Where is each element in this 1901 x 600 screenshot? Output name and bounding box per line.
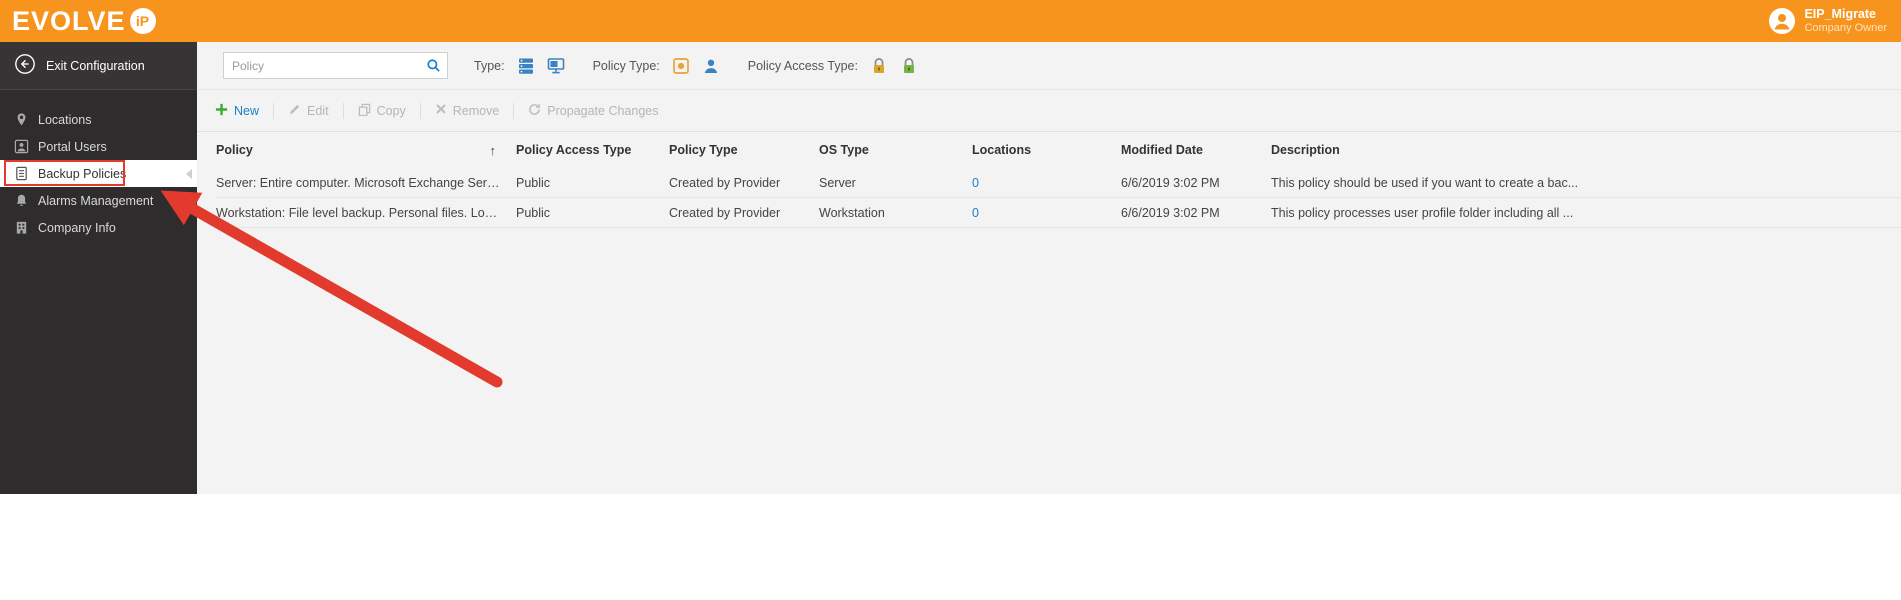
sort-ascending-icon[interactable]: ↑ — [490, 143, 497, 158]
sidebar-item-label: Backup Policies — [38, 166, 127, 181]
user-role: Company Owner — [1804, 21, 1887, 34]
policy-type-filter-label: Policy Type: — [592, 58, 660, 73]
cell-modified-date: 6/6/2019 3:02 PM — [1121, 205, 1220, 220]
refresh-arrows-icon — [528, 103, 541, 119]
cell-description: This policy should be used if you want t… — [1271, 175, 1579, 190]
propagate-changes-button[interactable]: Propagate Changes — [514, 99, 672, 123]
column-header-policy-type[interactable]: Policy Type — [669, 143, 819, 157]
plus-icon — [215, 103, 228, 119]
remove-button[interactable]: Remove — [421, 99, 514, 123]
policy-access-type-filter-label: Policy Access Type: — [747, 58, 858, 73]
column-header-os-type[interactable]: OS Type — [819, 143, 972, 157]
type-filter-label: Type: — [474, 58, 505, 73]
public-lock-icon[interactable] — [898, 55, 920, 77]
private-lock-icon[interactable] — [868, 55, 890, 77]
user-menu[interactable]: EIP_Migrate Company Owner — [1768, 7, 1887, 35]
edit-button[interactable]: Edit — [274, 99, 343, 123]
sidebar-item-label: Company Info — [38, 220, 116, 235]
back-arrow-icon — [14, 53, 36, 78]
location-pin-icon — [14, 112, 29, 127]
remove-button-label: Remove — [452, 103, 500, 118]
user-policy-icon[interactable] — [700, 55, 722, 77]
cell-locations-link[interactable]: 0 — [972, 176, 1121, 190]
cell-os-type: Server — [819, 175, 856, 190]
alarm-icon — [14, 193, 29, 208]
cell-policy: Workstation: File level backup. Personal… — [216, 205, 516, 220]
cell-locations-link[interactable]: 0 — [972, 206, 1121, 220]
column-header-policy[interactable]: Policy ↑ — [216, 143, 516, 158]
cell-policy-type: Created by Provider — [669, 205, 781, 220]
policies-table: Policy ↑ Policy Access Type Policy Type … — [197, 132, 1901, 228]
search-input[interactable] — [224, 53, 419, 78]
table-header-row: Policy ↑ Policy Access Type Policy Type … — [216, 132, 1901, 168]
app-window: EVOLVE iP EIP_Migrate Company Owner Exit… — [0, 0, 1901, 600]
portal-user-icon — [14, 139, 29, 154]
cell-os-type: Workstation — [819, 205, 885, 220]
column-header-policy-access-type[interactable]: Policy Access Type — [516, 143, 669, 157]
cell-modified-date: 6/6/2019 3:02 PM — [1121, 175, 1220, 190]
building-icon — [14, 220, 29, 235]
user-avatar-icon — [1768, 7, 1796, 35]
cell-description: This policy processes user profile folde… — [1271, 205, 1574, 220]
workstation-type-icon[interactable] — [545, 55, 567, 77]
column-header-modified-date[interactable]: Modified Date — [1121, 143, 1271, 157]
policy-search-box — [223, 52, 448, 79]
sidebar-item-locations[interactable]: Locations — [0, 106, 197, 133]
user-info: EIP_Migrate Company Owner — [1804, 7, 1887, 34]
main-content: Type: Policy Type: Policy Access Type: — [197, 42, 1901, 494]
logo-text: EVOLVE — [12, 5, 126, 36]
logo-ip-badge: iP — [129, 8, 156, 34]
sidebar-nav: Locations Portal Users Backup Policies A… — [0, 106, 197, 241]
column-header-locations[interactable]: Locations — [972, 143, 1121, 157]
sidebar-item-portal-users[interactable]: Portal Users — [0, 133, 197, 160]
server-type-icon[interactable] — [515, 55, 537, 77]
cell-policy: Server: Entire computer. Microsoft Excha… — [216, 175, 516, 190]
sidebar-item-alarms-management[interactable]: Alarms Management — [0, 187, 197, 214]
copy-button-label: Copy — [376, 103, 406, 118]
exit-configuration-button[interactable]: Exit Configuration — [0, 42, 197, 90]
propagate-changes-label: Propagate Changes — [547, 103, 659, 118]
cell-policy-access-type: Public — [516, 205, 551, 220]
filter-bar: Type: Policy Type: Policy Access Type: — [197, 42, 1901, 90]
user-name: EIP_Migrate — [1804, 7, 1877, 22]
selected-item-notch — [186, 168, 192, 179]
remove-x-icon — [435, 103, 447, 118]
new-button[interactable]: New — [215, 99, 273, 123]
type-filter-group: Type: — [474, 55, 567, 77]
search-icon[interactable] — [419, 53, 447, 78]
copy-icon — [358, 103, 371, 119]
top-bar: EVOLVE iP EIP_Migrate Company Owner — [0, 0, 1901, 42]
provider-policy-icon[interactable] — [670, 55, 692, 77]
exit-configuration-label: Exit Configuration — [46, 58, 145, 73]
sidebar-item-label: Locations — [38, 112, 92, 127]
policy-access-type-filter-group: Policy Access Type: — [748, 55, 920, 77]
column-header-description[interactable]: Description — [1271, 143, 1901, 157]
cell-policy-access-type: Public — [516, 175, 551, 190]
sidebar-item-label: Portal Users — [38, 139, 107, 154]
sidebar-item-label: Alarms Management — [38, 193, 154, 208]
cell-policy-type: Created by Provider — [669, 175, 781, 190]
evolveip-logo: EVOLVE iP — [12, 5, 156, 36]
sidebar: Exit Configuration Locations Portal User… — [0, 42, 197, 494]
policy-type-filter-group: Policy Type: — [593, 55, 722, 77]
edit-button-label: Edit — [307, 103, 329, 118]
backup-policy-icon — [14, 166, 29, 181]
table-row[interactable]: Server: Entire computer. Microsoft Excha… — [216, 168, 1901, 198]
table-row[interactable]: Workstation: File level backup. Personal… — [216, 198, 1901, 228]
sidebar-item-company-info[interactable]: Company Info — [0, 214, 197, 241]
sidebar-item-backup-policies[interactable]: Backup Policies — [0, 160, 197, 187]
pencil-icon — [288, 103, 301, 119]
table-toolbar: New Edit Copy Remove Propagate Changes — [197, 90, 1901, 132]
new-button-label: New — [234, 103, 260, 118]
copy-button[interactable]: Copy — [344, 99, 420, 123]
